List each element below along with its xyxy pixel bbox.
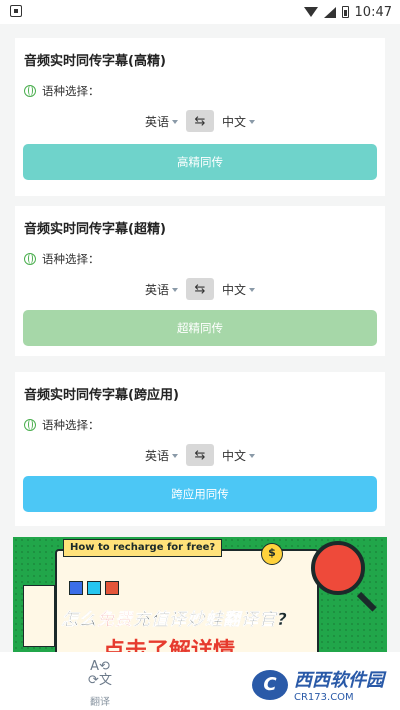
chevron-down-icon: [249, 288, 256, 292]
high-precision-button[interactable]: 高精同传: [23, 144, 377, 180]
wifi-icon: [303, 7, 318, 17]
chevron-down-icon: [249, 120, 256, 124]
globe-icon: [24, 85, 36, 97]
language-row: 语种选择：: [24, 251, 100, 267]
nav-item-translate[interactable]: A⟲ ⟳文 翻译: [80, 659, 120, 708]
swap-language-button[interactable]: ⇆: [186, 110, 214, 132]
ultra-precision-button[interactable]: 超精同传: [23, 310, 377, 346]
swap-icon: ⇆: [194, 447, 206, 463]
chevron-down-icon: [172, 120, 178, 124]
translate-icon: A⟲ ⟳文: [88, 659, 112, 689]
language-selector: 英语 ⇆ 中文: [15, 444, 385, 466]
chevron-down-icon: [249, 454, 256, 458]
chevron-down-icon: [172, 454, 178, 458]
cyan-square-icon: [87, 581, 101, 595]
language-label: 语种选择：: [42, 252, 100, 266]
language-selector: 英语 ⇆ 中文: [15, 110, 385, 132]
language-row: 语种选择：: [24, 83, 100, 99]
card-ultra-precision: 音频实时同传字幕(超精) 语种选择： 英语 ⇆ 中文 超精同传: [15, 206, 385, 356]
coin-icon: $: [261, 543, 283, 565]
banner-side-panel: [23, 585, 55, 647]
notification-icon: [10, 5, 22, 17]
battery-icon: [341, 6, 349, 18]
watermark-logo: C: [252, 669, 288, 700]
watermark-url: CR173.COM: [294, 692, 354, 703]
swap-language-button[interactable]: ⇆: [186, 278, 214, 300]
language-label: 语种选择：: [42, 84, 100, 98]
swap-icon: ⇆: [194, 113, 206, 129]
source-language-dropdown[interactable]: 英语: [145, 113, 178, 130]
status-bar: 10:47: [0, 0, 400, 24]
globe-icon: [24, 419, 36, 431]
language-row: 语种选择：: [24, 417, 100, 433]
cross-app-button[interactable]: 跨应用同传: [23, 476, 377, 512]
swap-language-button[interactable]: ⇆: [186, 444, 214, 466]
target-language-dropdown[interactable]: 中文: [222, 281, 256, 298]
target-language-dropdown[interactable]: 中文: [222, 113, 256, 130]
card-title: 音频实时同传字幕(跨应用): [24, 388, 179, 403]
card-cross-app: 音频实时同传字幕(跨应用) 语种选择： 英语 ⇆ 中文 跨应用同传: [15, 372, 385, 526]
nav-label-translate: 翻译: [90, 696, 110, 708]
status-icons: 10:47: [303, 3, 392, 21]
status-time: 10:47: [354, 4, 392, 20]
swap-icon: ⇆: [194, 281, 206, 297]
blue-square-icon: [69, 581, 83, 595]
chevron-down-icon: [172, 288, 178, 292]
source-language-dropdown[interactable]: 英语: [145, 281, 178, 298]
promo-banner[interactable]: How to recharge for free? $ 怎么免费充值译妙蛙翻译官…: [13, 537, 387, 652]
banner-subtitle: 点击了解详情: [103, 639, 236, 652]
language-label: 语种选择：: [42, 418, 100, 432]
globe-icon: [24, 253, 36, 265]
banner-pill: How to recharge for free?: [63, 539, 223, 557]
red-square-icon: [105, 581, 119, 595]
language-selector: 英语 ⇆ 中文: [15, 278, 385, 300]
card-title: 音频实时同传字幕(高精): [24, 54, 166, 69]
watermark: C 西西软件园 CR173.COM: [252, 666, 384, 703]
target-language-dropdown[interactable]: 中文: [222, 447, 256, 464]
card-high-precision: 音频实时同传字幕(高精) 语种选择： 英语 ⇆ 中文 高精同传: [15, 38, 385, 196]
source-language-dropdown[interactable]: 英语: [145, 447, 178, 464]
signal-icon: [323, 6, 336, 18]
banner-headline: 怎么免费充值译妙蛙翻译官?: [61, 610, 288, 630]
watermark-name: 西西软件园: [294, 670, 384, 691]
magnifier-icon: [311, 541, 365, 595]
card-title: 音频实时同传字幕(超精): [24, 222, 166, 237]
